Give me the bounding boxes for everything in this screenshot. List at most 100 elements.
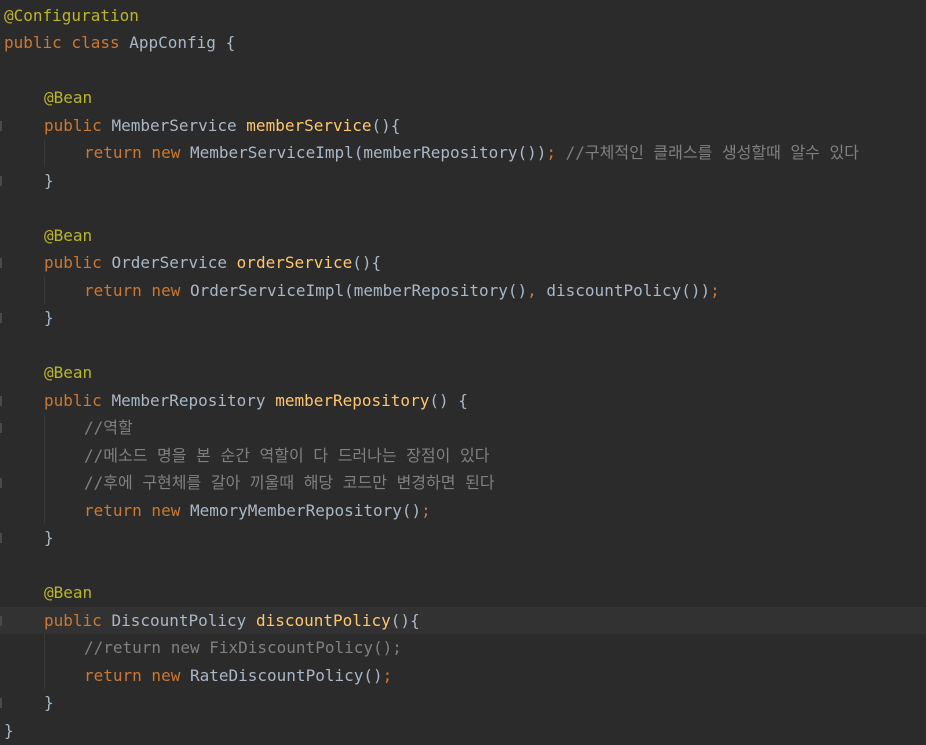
code-text: return new OrderServiceImpl(memberReposi… [84,277,720,305]
code-text: public MemberService memberService(){ [44,112,400,140]
code-token: } [44,170,54,190]
code-token: //메소드 명을 본 순간 역할이 다 드러나는 장점이 있다 [84,445,490,465]
code-line[interactable]: @Bean [0,222,926,250]
code-token: (){ [371,115,401,135]
code-line[interactable]: } [0,167,926,195]
fold-marker-icon[interactable] [0,423,2,433]
code-line[interactable]: public MemberService memberService(){ [0,112,926,140]
code-token: } [44,308,54,327]
code-token: OrderService [111,253,237,272]
code-line[interactable]: //후에 구현체를 갈아 끼울때 해당 코드만 변경하면 된다 [0,469,926,497]
code-token: public [44,610,112,630]
code-line[interactable]: } [0,304,926,332]
fold-marker-icon[interactable] [0,478,2,488]
code-token: @Bean [44,88,93,107]
code-text: } [44,689,54,717]
code-token: MemberServiceImpl(memberRepository()) [189,143,547,162]
code-token: AppConfig { [129,33,236,52]
code-line[interactable]: public class AppConfig { [0,29,926,57]
code-token: , [527,280,547,300]
code-token: @Bean [44,363,93,382]
code-text: } [44,304,54,332]
fold-marker-icon[interactable] [0,313,2,323]
code-line[interactable]: } [0,524,926,552]
code-token: //후에 구현체를 갈아 끼울때 해당 코드만 변경하면 된다 [84,473,495,492]
code-line[interactable]: @Bean [0,84,926,112]
code-token: return new [84,143,190,162]
code-token: ; [546,143,566,162]
code-token: public [44,115,112,135]
code-line[interactable]: @Bean [0,579,926,607]
code-line[interactable]: return new RateDiscountPolicy(); [0,662,926,690]
code-line[interactable] [0,332,926,360]
code-line[interactable] [0,57,926,85]
code-line[interactable]: public MemberRepository memberRepository… [0,387,926,415]
code-line[interactable]: //역할 [0,414,926,442]
code-token: @Configuration [4,5,139,25]
code-token: //구체적인 클래스를 생성할때 알수 있다 [565,143,859,162]
code-token: MemberService [111,115,247,135]
code-text: @Bean [44,222,92,250]
code-token: } [44,528,54,547]
code-text: //역할 [84,414,133,442]
code-token: ; [421,500,431,520]
code-token: public [44,390,112,410]
code-line[interactable]: return new MemoryMemberRepository(); [0,497,926,525]
code-token: () { [429,390,468,410]
code-text: @Bean [44,579,92,607]
fold-marker-icon[interactable] [0,533,2,543]
fold-marker-icon[interactable] [0,698,2,708]
code-token: } [44,693,54,712]
code-token: //return new FixDiscountPolicy(); [84,638,402,657]
code-token: (){ [352,253,382,272]
code-token: MemberRepository [111,390,276,410]
code-text: public DiscountPolicy discountPolicy(){ [44,607,420,635]
code-text: return new RateDiscountPolicy(); [84,662,392,690]
code-token: ; [382,665,393,685]
code-token: @Bean [44,583,93,602]
code-token: ; [710,280,720,300]
code-line[interactable]: return new OrderServiceImpl(memberReposi… [0,277,926,305]
fold-marker-icon[interactable] [0,175,2,186]
fold-marker-icon[interactable] [0,395,2,406]
fold-marker-icon[interactable] [0,258,2,268]
code-text: } [4,717,14,745]
code-line[interactable]: @Configuration [0,2,926,30]
code-text: public OrderService orderService(){ [44,249,381,277]
code-line[interactable]: @Bean [0,359,926,387]
code-token: orderService [236,253,353,272]
code-text: return new MemberServiceImpl(memberRepos… [84,139,859,167]
code-token: //역할 [84,418,133,437]
code-text: } [44,524,54,552]
code-text: @Bean [44,84,92,112]
code-line[interactable]: //메소드 명을 본 순간 역할이 다 드러나는 장점이 있다 [0,442,926,470]
code-token: return new [84,500,190,520]
code-token: MemoryMemberRepository() [189,500,422,520]
code-token: RateDiscountPolicy() [189,665,383,685]
code-text: //메소드 명을 본 순간 역할이 다 드러나는 장점이 있다 [84,442,489,470]
code-token: public [44,253,112,272]
code-line[interactable]: } [0,689,926,717]
code-token: DiscountPolicy [111,610,256,630]
code-token: discountPolicy [255,610,391,630]
code-token: } [4,720,14,740]
fold-marker-icon[interactable] [0,615,2,626]
code-text: public MemberRepository memberRepository… [44,387,468,415]
code-editor[interactable]: @Configuration public class AppConfig { @B… [0,0,926,745]
code-line[interactable]: public DiscountPolicy discountPolicy(){ [0,606,926,635]
code-line[interactable]: //return new FixDiscountPolicy(); [0,634,926,662]
code-line[interactable]: } [0,717,926,745]
code-line[interactable]: return new MemberServiceImpl(memberRepos… [0,139,926,167]
code-text: //후에 구현체를 갈아 끼울때 해당 코드만 변경하면 된다 [84,469,495,497]
code-line[interactable] [0,552,926,580]
code-token: return new [84,665,190,685]
fold-marker-icon[interactable] [0,120,2,131]
code-token: discountPolicy()) [546,280,711,300]
code-token: OrderServiceImpl(memberRepository() [189,280,528,300]
code-text: @Bean [44,359,92,387]
code-token: memberService [246,115,372,135]
code-line[interactable]: public OrderService orderService(){ [0,249,926,277]
code-line[interactable] [0,194,926,222]
code-token: (){ [390,610,420,630]
code-token: @Bean [44,225,93,245]
